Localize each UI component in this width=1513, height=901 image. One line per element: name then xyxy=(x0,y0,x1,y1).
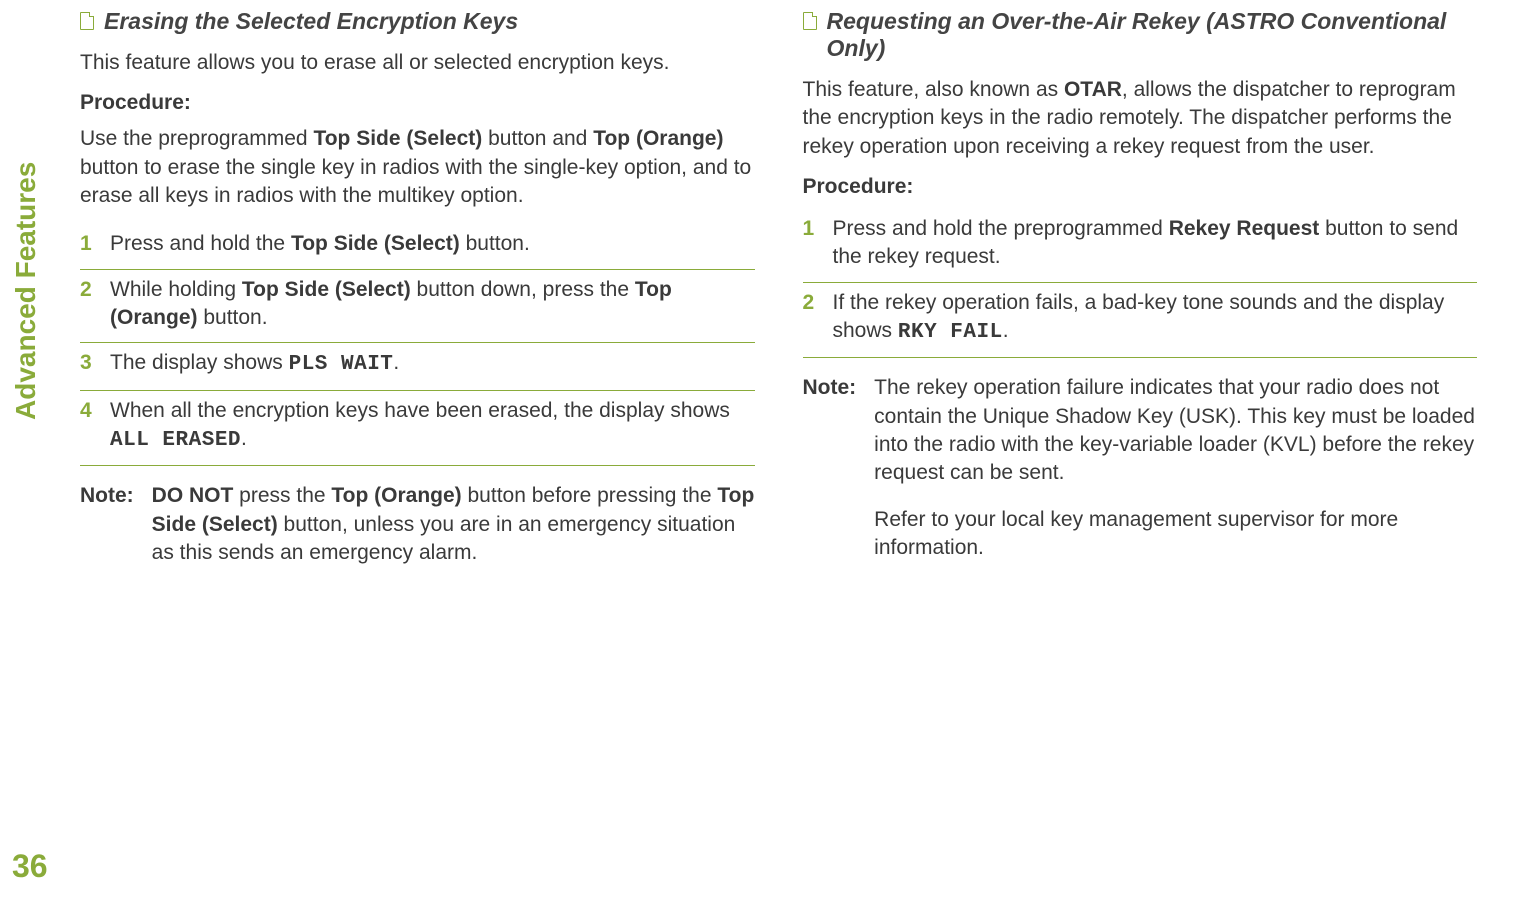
step-number: 2 xyxy=(80,276,96,304)
left-steps: 1 Press and hold the Top Side (Select) b… xyxy=(80,224,755,466)
text: button to erase the single key in radios… xyxy=(80,156,751,207)
right-column: Requesting an Over-the-Air Rekey (ASTRO … xyxy=(803,8,1478,567)
document-icon xyxy=(803,12,817,30)
right-procedure-label: Procedure: xyxy=(803,175,1478,199)
text: When all the encryption keys have been e… xyxy=(110,399,730,422)
step-number: 1 xyxy=(803,215,819,243)
list-item: 2 While holding Top Side (Select) button… xyxy=(80,270,755,344)
bold-text: OTAR xyxy=(1064,78,1122,101)
text: While holding xyxy=(110,278,242,301)
list-item: 2 If the rekey operation fails, a bad-ke… xyxy=(803,283,1478,359)
note-body: DO NOT press the Top (Orange) button bef… xyxy=(152,482,755,567)
left-note: Note: DO NOT press the Top (Orange) butt… xyxy=(80,482,755,567)
bold-text: Top (Orange) xyxy=(593,127,723,150)
bold-text: Top Side (Select) xyxy=(313,127,482,150)
text: Press and hold the preprogrammed xyxy=(833,217,1169,240)
step-number: 1 xyxy=(80,230,96,258)
list-item: 1 Press and hold the Top Side (Select) b… xyxy=(80,224,755,269)
note-label: Note: xyxy=(80,482,134,510)
right-section-title: Requesting an Over-the-Air Rekey (ASTRO … xyxy=(803,8,1478,62)
list-item: 1 Press and hold the preprogrammed Rekey… xyxy=(803,209,1478,283)
display-code: RKY FAIL xyxy=(898,321,1003,344)
left-title-text: Erasing the Selected Encryption Keys xyxy=(104,8,518,35)
bold-text: Top Side (Select) xyxy=(242,278,411,301)
bold-text: Top (Orange) xyxy=(331,484,461,507)
two-column-layout: Erasing the Selected Encryption Keys Thi… xyxy=(0,0,1513,587)
document-icon xyxy=(80,12,94,30)
note-label: Note: xyxy=(803,374,857,402)
display-code: ALL ERASED xyxy=(110,429,241,452)
display-code: PLS WAIT xyxy=(289,353,394,376)
left-procedure-label: Procedure: xyxy=(80,91,755,115)
text: The display shows xyxy=(110,351,289,374)
note-body: The rekey operation failure indicates th… xyxy=(874,374,1477,562)
text: . xyxy=(393,351,399,374)
text: . xyxy=(1003,319,1009,342)
step-text: While holding Top Side (Select) button d… xyxy=(110,276,755,333)
right-steps: 1 Press and hold the preprogrammed Rekey… xyxy=(803,209,1478,358)
text: This feature, also known as xyxy=(803,78,1064,101)
left-procedure-text: Use the preprogrammed Top Side (Select) … xyxy=(80,125,755,210)
note-paragraph: The rekey operation failure indicates th… xyxy=(874,374,1477,487)
step-number: 4 xyxy=(80,397,96,425)
text: button and xyxy=(482,127,593,150)
step-text: The display shows PLS WAIT. xyxy=(110,349,755,379)
step-text: Press and hold the Top Side (Select) but… xyxy=(110,230,755,258)
left-column: Erasing the Selected Encryption Keys Thi… xyxy=(80,8,755,567)
text: press the xyxy=(233,484,331,507)
text: button. xyxy=(198,306,268,329)
left-section-title: Erasing the Selected Encryption Keys xyxy=(80,8,755,35)
bold-text: DO NOT xyxy=(152,484,234,507)
right-intro: This feature, also known as OTAR, allows… xyxy=(803,76,1478,161)
right-note: Note: The rekey operation failure indica… xyxy=(803,374,1478,562)
step-number: 3 xyxy=(80,349,96,377)
right-title-text: Requesting an Over-the-Air Rekey (ASTRO … xyxy=(827,8,1478,62)
page-number: 36 xyxy=(12,848,48,885)
step-text: When all the encryption keys have been e… xyxy=(110,397,755,456)
text: Press and hold the xyxy=(110,232,291,255)
step-text: Press and hold the preprogrammed Rekey R… xyxy=(833,215,1478,272)
text: button down, press the xyxy=(411,278,635,301)
left-intro: This feature allows you to erase all or … xyxy=(80,49,755,77)
text: Use the preprogrammed xyxy=(80,127,313,150)
text: . xyxy=(241,427,247,450)
note-paragraph: Refer to your local key management super… xyxy=(874,506,1477,563)
list-item: 4 When all the encryption keys have been… xyxy=(80,391,755,467)
text: button. xyxy=(460,232,530,255)
list-item: 3 The display shows PLS WAIT. xyxy=(80,343,755,390)
text: button before pressing the xyxy=(462,484,718,507)
bold-text: Rekey Request xyxy=(1169,217,1320,240)
bold-text: Top Side (Select) xyxy=(291,232,460,255)
side-tab-label: Advanced Features xyxy=(10,162,42,420)
step-number: 2 xyxy=(803,289,819,317)
step-text: If the rekey operation fails, a bad-key … xyxy=(833,289,1478,348)
